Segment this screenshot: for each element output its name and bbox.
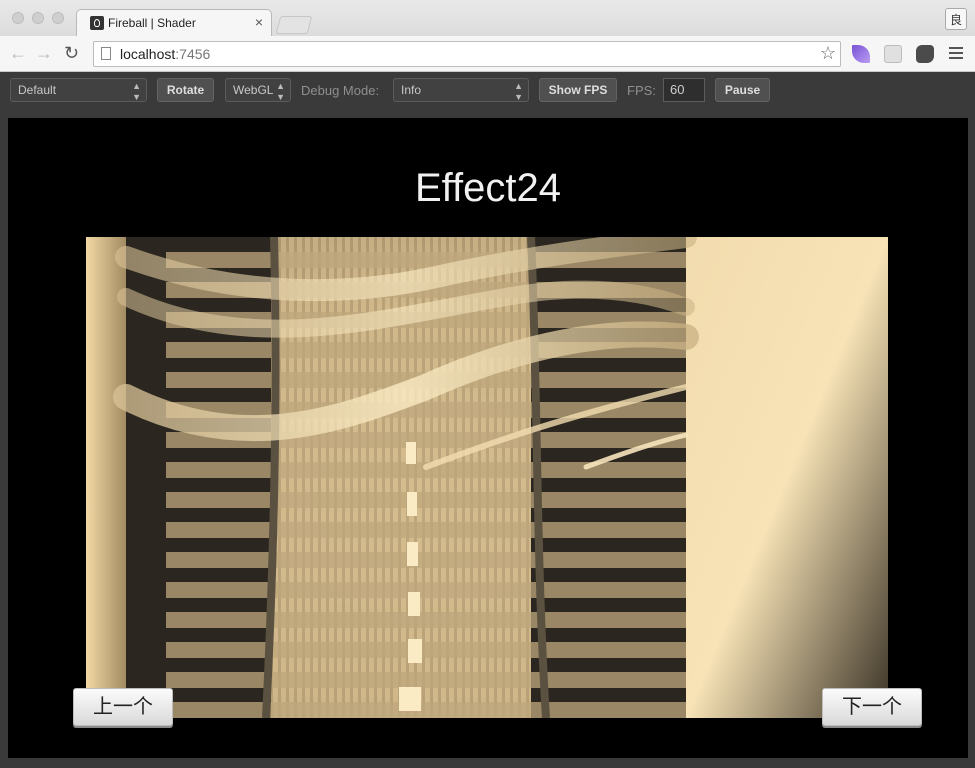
shader-control-bar: Default ▲ ▼ Rotate WebGL ▲ ▼ Debug Mode: I… — [0, 72, 975, 112]
forward-arrow-icon[interactable]: → — [35, 42, 53, 64]
tab-close-icon[interactable]: × — [255, 14, 263, 30]
devtools-extension-icon[interactable] — [884, 45, 902, 63]
new-tab-button[interactable] — [275, 16, 313, 34]
show-fps-button[interactable]: Show FPS — [539, 78, 617, 102]
game-canvas[interactable]: Effect24 上一个 下一个 — [8, 118, 968, 758]
profile-button[interactable]: 良 — [945, 8, 967, 30]
renderer-select[interactable]: WebGL ▲ ▼ — [225, 78, 291, 102]
debug-mode-select[interactable]: Info ▲ ▼ — [393, 78, 529, 102]
preset-select[interactable]: Default ▲ ▼ — [10, 78, 147, 102]
bookmark-star-icon[interactable]: ☆ — [820, 43, 836, 64]
fps-label: FPS: — [627, 83, 656, 98]
url-text: localhost:7456 — [120, 46, 211, 62]
browser-tab-strip: Fireball | Shader × 良 — [0, 0, 975, 36]
window-controls — [12, 12, 64, 24]
select-arrows-icon: ▲ ▼ — [132, 81, 141, 102]
next-effect-button[interactable]: 下一个 — [822, 688, 922, 726]
close-window-button[interactable] — [12, 12, 24, 24]
browser-toolbar: ← → ↻ localhost:7456 ☆ — [0, 36, 975, 72]
zoom-window-button[interactable] — [52, 12, 64, 24]
shader-effect-preview — [86, 237, 888, 718]
fps-value-field[interactable]: 60 — [663, 78, 705, 102]
previous-effect-button[interactable]: 上一个 — [73, 688, 173, 726]
pause-button[interactable]: Pause — [715, 78, 770, 102]
tab-title: Fireball | Shader — [108, 16, 196, 30]
fireball-favicon-icon — [90, 16, 104, 30]
evernote-extension-icon[interactable] — [916, 45, 934, 63]
browser-tab[interactable]: Fireball | Shader × — [76, 9, 272, 36]
reload-icon[interactable]: ↻ — [64, 42, 79, 64]
chrome-menu-icon[interactable] — [949, 47, 963, 62]
back-arrow-icon[interactable]: ← — [9, 42, 27, 64]
page-icon — [101, 47, 111, 60]
rotate-button[interactable]: Rotate — [157, 78, 214, 102]
select-arrows-icon: ▲ ▼ — [276, 81, 285, 102]
minimize-window-button[interactable] — [32, 12, 44, 24]
address-bar[interactable]: localhost:7456 ☆ — [93, 41, 841, 67]
debug-mode-label: Debug Mode: — [301, 83, 380, 98]
effect-title: Effect24 — [414, 166, 562, 210]
select-arrows-icon: ▲ ▼ — [514, 81, 523, 102]
feather-extension-icon[interactable] — [852, 45, 870, 63]
